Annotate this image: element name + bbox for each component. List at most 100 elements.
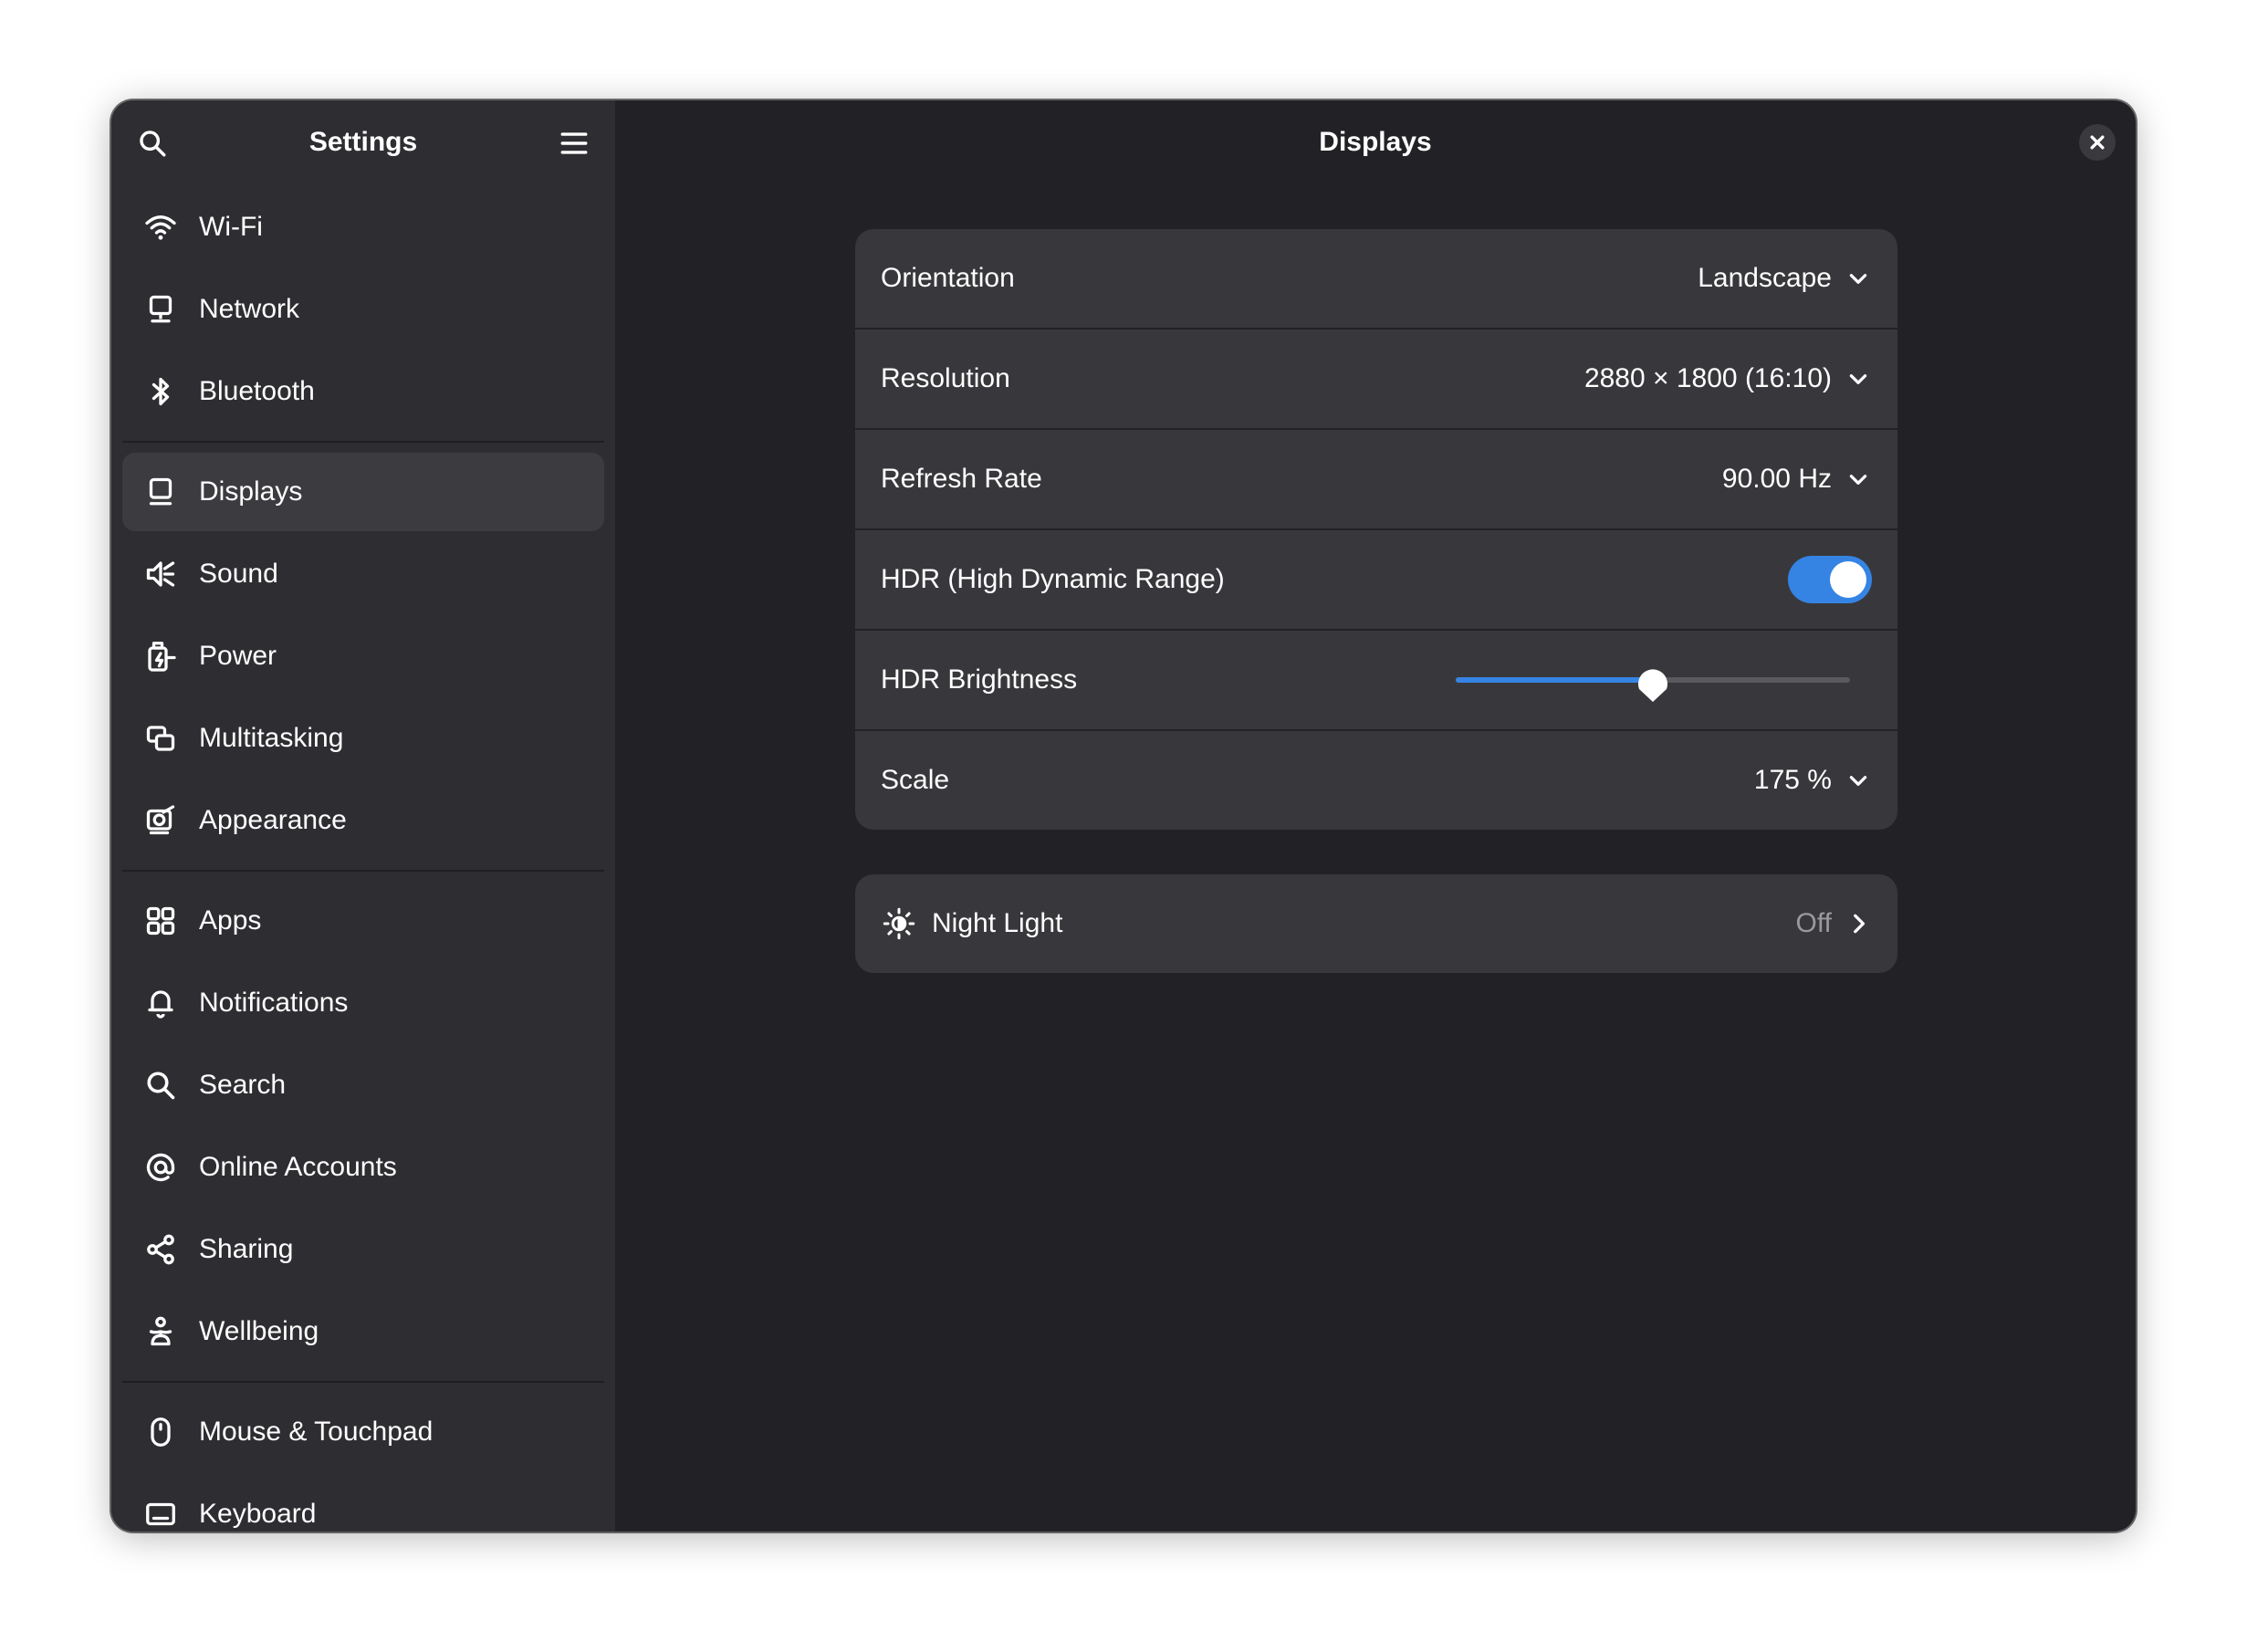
mouse-icon — [142, 1414, 179, 1450]
sidebar-item-sound[interactable]: Sound — [122, 535, 604, 613]
sidebar-item-mouse-touchpad[interactable]: Mouse & Touchpad — [122, 1393, 604, 1471]
bell-icon — [142, 985, 179, 1021]
main-menu-button[interactable] — [553, 122, 595, 164]
sidebar-item-label: Power — [199, 641, 277, 671]
share-icon — [142, 1231, 179, 1268]
close-icon — [2090, 135, 2105, 150]
sidebar-item-label: Mouse & Touchpad — [199, 1417, 434, 1447]
bluetooth-icon — [142, 373, 179, 410]
sidebar-item-apps[interactable]: Apps — [122, 882, 604, 960]
display-icon — [142, 474, 179, 510]
sidebar-nav-group-input: Mouse & Touchpad Keyboard — [111, 1393, 615, 1532]
sidebar: Settings Wi-Fi Network Bluetooth Display… — [111, 100, 615, 1532]
orientation-row[interactable]: Orientation Landscape — [855, 229, 1897, 328]
refresh-rate-value[interactable]: 90.00 Hz — [1722, 464, 1832, 495]
sidebar-nav-group-connectivity: Wi-Fi Network Bluetooth — [111, 188, 615, 431]
sidebar-item-wellbeing[interactable]: Wellbeing — [122, 1292, 604, 1371]
apps-icon — [142, 903, 179, 939]
night-light-label: Night Light — [932, 908, 1063, 938]
sidebar-item-bluetooth[interactable]: Bluetooth — [122, 352, 604, 431]
hdr-brightness-row: HDR Brightness — [855, 629, 1897, 729]
sidebar-item-label: Network — [199, 294, 300, 324]
hdr-brightness-label: HDR Brightness — [881, 664, 1078, 695]
search-icon — [142, 1067, 179, 1103]
refresh-rate-label: Refresh Rate — [881, 464, 1042, 494]
sidebar-item-label: Sound — [199, 559, 278, 589]
sidebar-item-label: Displays — [199, 476, 303, 507]
night-light-group: Night Light Off — [855, 874, 1897, 973]
sidebar-separator — [122, 1381, 604, 1383]
sidebar-item-label: Wi-Fi — [199, 212, 263, 242]
search-button[interactable] — [131, 122, 173, 164]
refresh-rate-row[interactable]: Refresh Rate 90.00 Hz — [855, 428, 1897, 528]
chevron-down-icon[interactable] — [1845, 265, 1872, 292]
sidebar-item-label: Bluetooth — [199, 376, 315, 406]
sidebar-item-online-accounts[interactable]: Online Accounts — [122, 1128, 604, 1207]
night-light-row[interactable]: Night Light Off — [855, 874, 1897, 973]
close-button[interactable] — [2079, 124, 2116, 161]
settings-window: Settings Wi-Fi Network Bluetooth Display… — [111, 100, 2136, 1532]
resolution-value[interactable]: 2880 × 1800 (16:10) — [1584, 363, 1832, 394]
chevron-down-icon[interactable] — [1845, 365, 1872, 392]
main-header: Displays — [615, 100, 2136, 184]
resolution-row[interactable]: Resolution 2880 × 1800 (16:10) — [855, 328, 1897, 428]
sidebar-header: Settings — [111, 100, 615, 184]
sidebar-item-power[interactable]: Power — [122, 617, 604, 695]
hdr-row: HDR (High Dynamic Range) — [855, 528, 1897, 629]
appearance-icon — [142, 802, 179, 839]
sidebar-item-label: Notifications — [199, 988, 349, 1018]
sidebar-item-keyboard[interactable]: Keyboard — [122, 1475, 604, 1532]
sidebar-item-notifications[interactable]: Notifications — [122, 964, 604, 1042]
sidebar-item-displays[interactable]: Displays — [122, 453, 604, 531]
main-content: Displays Orientation Landscape Resolutio… — [615, 100, 2136, 1532]
sidebar-nav-group-device: Displays Sound Power Multitasking Appear… — [111, 453, 615, 860]
slider-thumb[interactable] — [1635, 660, 1671, 704]
page-title: Displays — [1319, 127, 1432, 157]
sidebar-item-appearance[interactable]: Appearance — [122, 781, 604, 860]
sidebar-item-multitasking[interactable]: Multitasking — [122, 699, 604, 778]
sun-icon — [881, 905, 917, 942]
power-icon — [142, 638, 179, 674]
sidebar-item-label: Online Accounts — [199, 1152, 397, 1182]
keyboard-icon — [142, 1496, 179, 1532]
display-settings-group: Orientation Landscape Resolution 2880 × … — [855, 229, 1897, 830]
night-light-status: Off — [1795, 908, 1832, 938]
wifi-icon — [142, 209, 179, 246]
sidebar-item-search[interactable]: Search — [122, 1046, 604, 1124]
sidebar-item-label: Apps — [199, 905, 262, 936]
sidebar-item-label: Sharing — [199, 1234, 294, 1264]
scale-row[interactable]: Scale 175 % — [855, 729, 1897, 830]
slider-fill — [1456, 677, 1653, 683]
at-icon — [142, 1149, 179, 1186]
sidebar-item-label: Appearance — [199, 805, 347, 835]
search-icon — [140, 131, 166, 157]
hdr-label: HDR (High Dynamic Range) — [881, 564, 1225, 594]
hamburger-menu-icon — [560, 132, 588, 154]
sidebar-item-wifi[interactable]: Wi-Fi — [122, 188, 604, 267]
sidebar-item-label: Keyboard — [199, 1499, 317, 1529]
sidebar-nav-group-system: Apps Notifications Search Online Account… — [111, 882, 615, 1371]
hdr-brightness-slider[interactable] — [1456, 662, 1850, 702]
scale-value[interactable]: 175 % — [1754, 765, 1832, 796]
sidebar-item-label: Wellbeing — [199, 1316, 319, 1346]
resolution-label: Resolution — [881, 363, 1010, 393]
toggle-knob — [1830, 561, 1866, 598]
multitasking-icon — [142, 720, 179, 757]
network-icon — [142, 291, 179, 328]
sidebar-title: Settings — [308, 127, 418, 157]
sound-icon — [142, 556, 179, 592]
orientation-label: Orientation — [881, 263, 1015, 293]
scale-label: Scale — [881, 765, 950, 795]
chevron-right-icon — [1845, 910, 1872, 937]
sidebar-item-network[interactable]: Network — [122, 270, 604, 349]
chevron-down-icon[interactable] — [1845, 465, 1872, 493]
sidebar-item-sharing[interactable]: Sharing — [122, 1210, 604, 1289]
sidebar-separator — [122, 441, 604, 443]
orientation-value[interactable]: Landscape — [1698, 263, 1832, 294]
sidebar-item-label: Search — [199, 1070, 287, 1100]
wellbeing-icon — [142, 1313, 179, 1350]
hdr-toggle[interactable] — [1788, 556, 1872, 603]
sidebar-separator — [122, 870, 604, 872]
sidebar-item-label: Multitasking — [199, 723, 344, 753]
chevron-down-icon[interactable] — [1845, 767, 1872, 794]
